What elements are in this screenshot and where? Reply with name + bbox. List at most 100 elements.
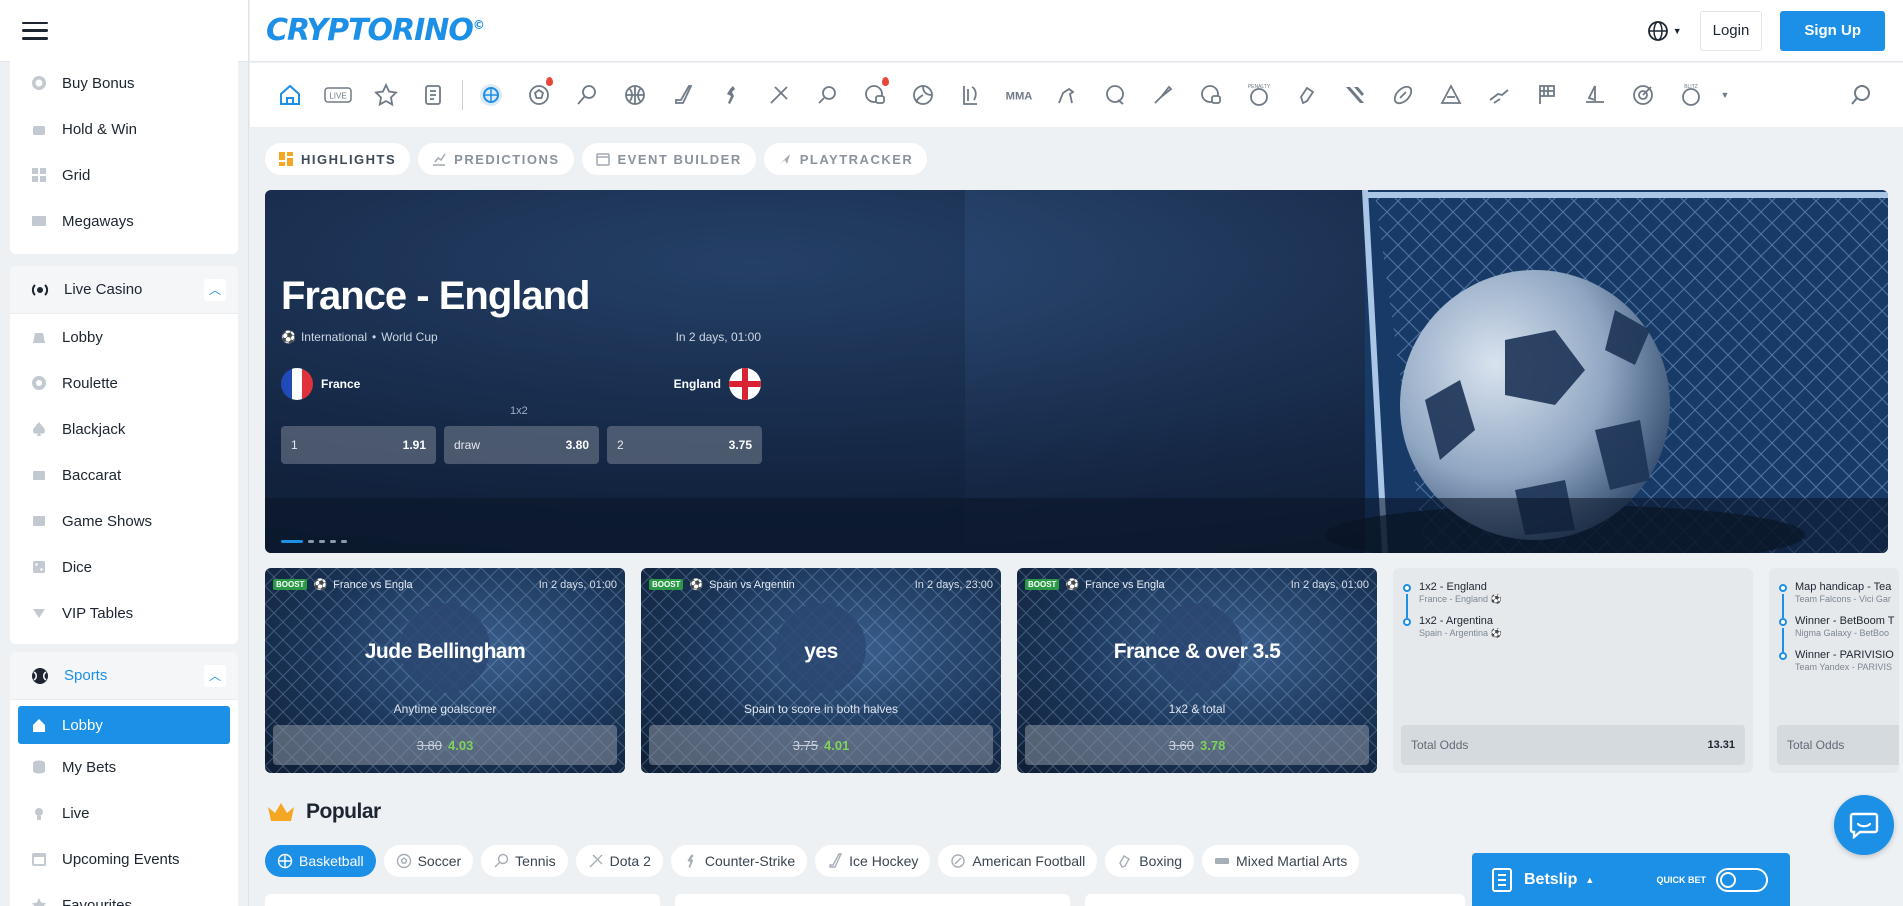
boost-odd-button[interactable]: 3.75 4.01 (649, 725, 993, 765)
sailing-icon[interactable] (1571, 71, 1619, 119)
boost-card[interactable]: BOOST ⚽ Spain vs Argentin In 2 days, 23:00 … (641, 568, 1001, 773)
tennis-icon[interactable] (563, 71, 611, 119)
total-odds-button[interactable]: Total Odds 13.31 (1401, 725, 1745, 765)
odd-button-away[interactable]: 2 3.75 (607, 426, 762, 464)
tab-event-builder[interactable]: EVENT BUILDER (581, 143, 756, 175)
combo-card[interactable]: Map handicap - Tea Team Falcons - Vici Ga… (1769, 568, 1899, 773)
golf-icon[interactable] (1091, 71, 1139, 119)
boost-card[interactable]: BOOST ⚽ France vs Engla In 2 days, 01:00 Fr… (1017, 568, 1377, 773)
menu-icon[interactable] (22, 21, 48, 40)
chip-american-football[interactable]: American Football (938, 845, 1098, 877)
more-sports-chevron-icon[interactable]: ▼ (1715, 71, 1735, 119)
chip-mma[interactable]: Mixed Martial Arts (1202, 845, 1360, 877)
sidebar-item-sports-lobby[interactable]: Lobby (18, 706, 230, 744)
blitz-icon[interactable]: BLITZ (1667, 71, 1715, 119)
american-football-icon[interactable] (1379, 71, 1427, 119)
language-selector[interactable]: ▼ (1647, 20, 1682, 42)
esports-icon[interactable] (1331, 71, 1379, 119)
sidebar-item-my-bets[interactable]: My Bets (10, 744, 238, 790)
live-casino-header[interactable]: Live Casino ︿ (10, 266, 238, 314)
logo[interactable]: CRYPTORINO© (266, 13, 485, 48)
counter-strike-icon[interactable] (707, 71, 755, 119)
boxing-icon[interactable] (1283, 71, 1331, 119)
sidebar-item-hold-win[interactable]: Hold & Win (10, 106, 238, 152)
total-odds-button[interactable]: Total Odds (1777, 725, 1899, 765)
basketball-icon[interactable] (611, 71, 659, 119)
ice-hockey-icon[interactable] (659, 71, 707, 119)
sidebar-item-blackjack[interactable]: Blackjack (10, 406, 238, 452)
chip-soccer[interactable]: Soccer (383, 845, 474, 877)
sidebar-item-grid[interactable]: Grid (10, 152, 238, 198)
betslip-bar[interactable]: Betslip ▲ QUICK BET (1472, 853, 1790, 906)
home-icon[interactable] (266, 71, 314, 119)
racing-flag-icon[interactable] (1523, 71, 1571, 119)
sidebar-item-buy-bonus[interactable]: Buy Bonus (10, 60, 238, 106)
sports-ball-icon (30, 666, 50, 686)
quick-bet-toggle[interactable] (1716, 867, 1768, 892)
sidebar-item-game-shows[interactable]: Game Shows (10, 498, 238, 544)
odd-label: draw (454, 438, 481, 452)
carousel-dot[interactable] (330, 540, 336, 543)
badminton-icon[interactable] (1139, 71, 1187, 119)
cycling-icon[interactable] (1475, 71, 1523, 119)
sidebar-item-upcoming-events[interactable]: Upcoming Events (10, 836, 238, 882)
fifa-icon[interactable] (851, 71, 899, 119)
boost-odd-button[interactable]: 3.60 3.78 (1025, 725, 1369, 765)
sidebar-item-megaways[interactable]: Megaways (10, 198, 238, 244)
tab-predictions[interactable]: PREDICTIONS (418, 143, 574, 175)
chip-tennis[interactable]: Tennis (481, 845, 568, 877)
dota-icon[interactable] (755, 71, 803, 119)
boost-card[interactable]: BOOST ⚽ France vs Engla In 2 days, 01:00 Ju… (265, 568, 625, 773)
leg-marker (1779, 584, 1787, 592)
sidebar-item-vip-tables[interactable]: VIP Tables (10, 590, 238, 636)
sidebar-item-lobby[interactable]: Lobby (10, 314, 238, 360)
chevron-up-icon[interactable]: ︿ (204, 278, 226, 301)
sidebar-item-dice[interactable]: Dice (10, 544, 238, 590)
odd-button-draw[interactable]: draw 3.80 (444, 426, 599, 464)
mma-icon[interactable]: MMA (995, 71, 1043, 119)
handball-icon[interactable] (1427, 71, 1475, 119)
combo-card[interactable]: 1x2 - England France - England ⚽ 1x2 - Ar… (1393, 568, 1753, 773)
darts-icon[interactable] (1619, 71, 1667, 119)
penalty-icon[interactable]: PENALTY (1235, 71, 1283, 119)
carousel-dot[interactable] (281, 540, 303, 543)
chat-button[interactable] (1834, 795, 1894, 855)
leg-marker (1779, 652, 1787, 660)
odd-button-home[interactable]: 1 1.91 (281, 426, 436, 464)
chip-dota-2[interactable]: Dota 2 (575, 845, 663, 877)
horse-racing-icon[interactable] (1043, 71, 1091, 119)
carousel-dot[interactable] (308, 540, 314, 543)
login-button[interactable]: Login (1699, 10, 1763, 51)
chip-boxing[interactable]: Boxing (1105, 845, 1195, 877)
sidebar-item-roulette[interactable]: Roulette (10, 360, 238, 406)
sidebar-item-label: Lobby (62, 328, 103, 346)
chip-counter-strike[interactable]: Counter-Strike (670, 845, 808, 877)
carousel-dot[interactable] (319, 540, 325, 543)
sidebar-item-favourites[interactable]: Favourites (10, 882, 238, 906)
chip-ice-hockey[interactable]: Ice Hockey (815, 845, 931, 877)
volleyball-icon[interactable] (899, 71, 947, 119)
sidebar-item-baccarat[interactable]: Baccarat (10, 452, 238, 498)
chevron-up-icon[interactable]: ︿ (204, 664, 226, 687)
live-icon[interactable]: LIVE (314, 71, 362, 119)
chip-basketball[interactable]: Basketball (265, 845, 376, 877)
betslip-icon[interactable] (410, 71, 458, 119)
dice-icon (30, 558, 48, 576)
tab-highlights[interactable]: HIGHLIGHTS (265, 143, 411, 175)
search-icon[interactable] (1837, 71, 1885, 119)
new-odd: 3.78 (1200, 737, 1226, 753)
sidebar-item-live[interactable]: Live (10, 790, 238, 836)
table-tennis-icon[interactable] (803, 71, 851, 119)
league-of-legends-icon[interactable] (947, 71, 995, 119)
carousel-dot[interactable] (341, 540, 347, 543)
virtual-soccer-icon[interactable] (1187, 71, 1235, 119)
sports-header[interactable]: Sports ︿ (10, 652, 238, 700)
boost-odd-button[interactable]: 3.80 4.03 (273, 725, 617, 765)
sidebar-item-label: Hold & Win (62, 120, 138, 138)
star-icon[interactable] (362, 71, 410, 119)
all-sports-icon[interactable] (467, 71, 515, 119)
tab-playtracker[interactable]: PLAYTRACKER (763, 143, 928, 175)
soccer-icon[interactable] (515, 71, 563, 119)
hero-banner[interactable]: France - England ⚽ International • World… (265, 190, 1888, 553)
signup-button[interactable]: Sign Up (1780, 10, 1885, 51)
